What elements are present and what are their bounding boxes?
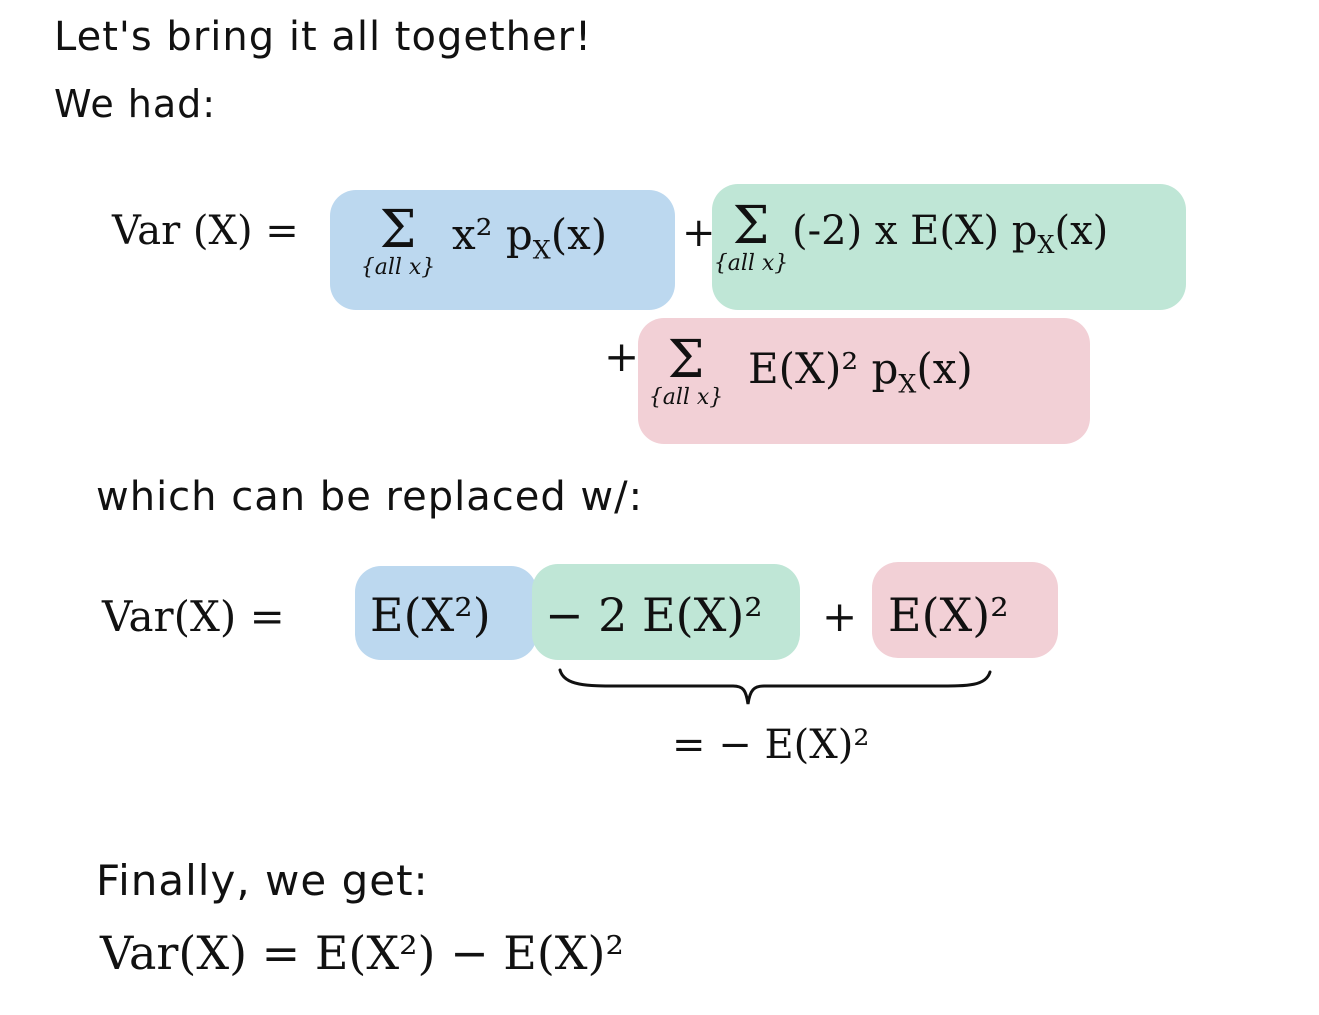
intro-line-1: Let's bring it all together! xyxy=(54,14,593,60)
underbrace-path xyxy=(558,668,992,705)
eq1-term-3-tail: (x) xyxy=(916,344,973,393)
eq1-term-2-main: (-2) x E(X) p xyxy=(792,208,1038,254)
sigma-symbol: Σ xyxy=(379,200,417,260)
final-text: Finally, we get: xyxy=(96,856,429,905)
sigma-symbol: Σ xyxy=(667,330,705,390)
eq1-sum-1: Σ {all x} xyxy=(352,204,444,280)
eq1-term-1: x² pX(x) xyxy=(452,210,608,262)
eq1-term-1-main: x² p xyxy=(452,210,533,259)
eq1-term-1-sub: X xyxy=(532,235,551,265)
sigma-symbol: Σ xyxy=(732,196,770,256)
eq2-plus: + xyxy=(822,592,858,641)
final-equation: Var(X) = E(X²) − E(X)² xyxy=(100,926,624,980)
sum-index: {all x} xyxy=(360,255,436,280)
eq2-pink-term: E(X)² xyxy=(888,588,1009,642)
underbrace-note: = − E(X)² xyxy=(672,722,870,768)
eq1-sum-3: Σ {all x} xyxy=(640,334,732,410)
sum-index: {all x} xyxy=(713,251,789,276)
eq1-term-2-sub: X xyxy=(1037,231,1055,259)
eq1-plus-2: + xyxy=(604,332,640,381)
eq1-term-3: E(X)² pX(x) xyxy=(748,344,973,396)
underbrace xyxy=(558,668,992,705)
replace-text: which can be replaced w/: xyxy=(96,474,644,520)
eq1-term-3-main: E(X)² p xyxy=(748,344,899,393)
eq1-term-2: (-2) x E(X) pX(x) xyxy=(792,208,1109,257)
eq2-lhs: Var(X) = xyxy=(102,592,285,641)
eq1-sum-2: Σ {all x} xyxy=(710,200,792,276)
intro-line-2: We had: xyxy=(54,82,217,126)
eq2-blue-term: E(X²) xyxy=(370,588,491,642)
eq1-term-2-tail: (x) xyxy=(1054,208,1109,254)
sum-index: {all x} xyxy=(648,385,724,410)
eq1-lhs: Var (X) = xyxy=(112,208,299,254)
eq1-term-3-sub: X xyxy=(898,369,917,399)
eq2-green-term: − 2 E(X)² xyxy=(545,588,763,642)
eq1-term-1-tail: (x) xyxy=(550,210,608,259)
